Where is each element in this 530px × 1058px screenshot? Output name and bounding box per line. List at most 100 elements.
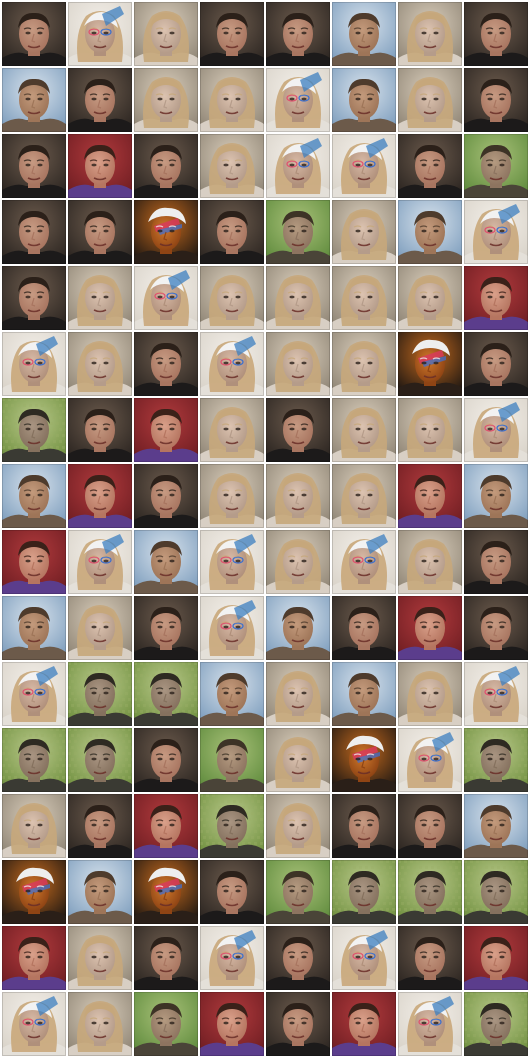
- face-image: [464, 134, 528, 198]
- face-image: [2, 2, 66, 66]
- face-tile: [134, 992, 198, 1056]
- face-image: [332, 332, 396, 396]
- face-image: [134, 926, 198, 990]
- face-image: [68, 2, 132, 66]
- face-image: [332, 530, 396, 594]
- face-tile: [2, 134, 66, 198]
- face-tile: [200, 926, 264, 990]
- face-tile: [134, 2, 198, 66]
- face-tile: [134, 728, 198, 792]
- face-tile: [134, 464, 198, 528]
- face-tile: [464, 464, 528, 528]
- face-tile: [68, 68, 132, 132]
- face-image: [2, 662, 66, 726]
- face-image: [2, 332, 66, 396]
- face-tile: [68, 2, 132, 66]
- face-image: [332, 728, 396, 792]
- face-tile: [266, 596, 330, 660]
- face-tile: [464, 134, 528, 198]
- face-image: [266, 2, 330, 66]
- face-tile: [332, 200, 396, 264]
- face-image: [464, 662, 528, 726]
- face-image: [266, 728, 330, 792]
- face-image: [134, 794, 198, 858]
- face-image: [332, 464, 396, 528]
- face-tile: [200, 332, 264, 396]
- face-tile: [134, 266, 198, 330]
- face-image: [2, 992, 66, 1056]
- face-image: [2, 794, 66, 858]
- face-tile: [398, 530, 462, 594]
- face-image: [266, 530, 330, 594]
- face-tile: [464, 926, 528, 990]
- face-image: [68, 530, 132, 594]
- face-image: [332, 860, 396, 924]
- face-tile: [200, 794, 264, 858]
- face-tile: [332, 662, 396, 726]
- face-image: [464, 530, 528, 594]
- face-image: [2, 266, 66, 330]
- face-tile: [2, 728, 66, 792]
- face-tile: [332, 530, 396, 594]
- face-tile: [266, 860, 330, 924]
- face-tile: [2, 860, 66, 924]
- face-tile: [266, 992, 330, 1056]
- face-tile: [134, 68, 198, 132]
- face-tile: [398, 926, 462, 990]
- face-image: [464, 464, 528, 528]
- face-tile: [2, 530, 66, 594]
- face-image: [68, 398, 132, 462]
- face-tile: [200, 134, 264, 198]
- face-image: [398, 728, 462, 792]
- face-tile: [464, 530, 528, 594]
- face-tile: [464, 596, 528, 660]
- face-image: [266, 992, 330, 1056]
- face-tile: [398, 596, 462, 660]
- face-image: [464, 2, 528, 66]
- face-tile: [398, 662, 462, 726]
- face-tile: [332, 992, 396, 1056]
- face-image: [332, 926, 396, 990]
- face-image: [2, 398, 66, 462]
- face-image: [2, 596, 66, 660]
- face-image: [398, 596, 462, 660]
- face-tile: [464, 992, 528, 1056]
- face-tile: [464, 662, 528, 726]
- face-tile: [134, 662, 198, 726]
- face-image: [398, 860, 462, 924]
- face-tile: [200, 662, 264, 726]
- face-image: [68, 596, 132, 660]
- face-image: [200, 2, 264, 66]
- face-tile: [464, 68, 528, 132]
- face-tile: [464, 860, 528, 924]
- face-image: [464, 794, 528, 858]
- face-tile: [332, 68, 396, 132]
- face-image: [200, 464, 264, 528]
- face-tile: [68, 200, 132, 264]
- face-tile: [200, 596, 264, 660]
- face-image: [68, 860, 132, 924]
- face-image: [68, 794, 132, 858]
- face-tile: [398, 2, 462, 66]
- face-tile: [464, 2, 528, 66]
- face-tile: [398, 332, 462, 396]
- face-tile: [200, 728, 264, 792]
- face-tile: [134, 860, 198, 924]
- face-tile: [332, 464, 396, 528]
- face-tile: [2, 68, 66, 132]
- face-tile: [2, 794, 66, 858]
- face-tile: [68, 332, 132, 396]
- face-image: [200, 728, 264, 792]
- face-image: [68, 134, 132, 198]
- face-image: [266, 266, 330, 330]
- face-tile: [2, 992, 66, 1056]
- face-image: [332, 398, 396, 462]
- face-tile: [200, 68, 264, 132]
- face-image: [200, 200, 264, 264]
- face-tile: [464, 398, 528, 462]
- face-tile: [332, 728, 396, 792]
- face-image: [398, 68, 462, 132]
- face-image: [266, 596, 330, 660]
- face-image: [332, 134, 396, 198]
- face-tile: [68, 662, 132, 726]
